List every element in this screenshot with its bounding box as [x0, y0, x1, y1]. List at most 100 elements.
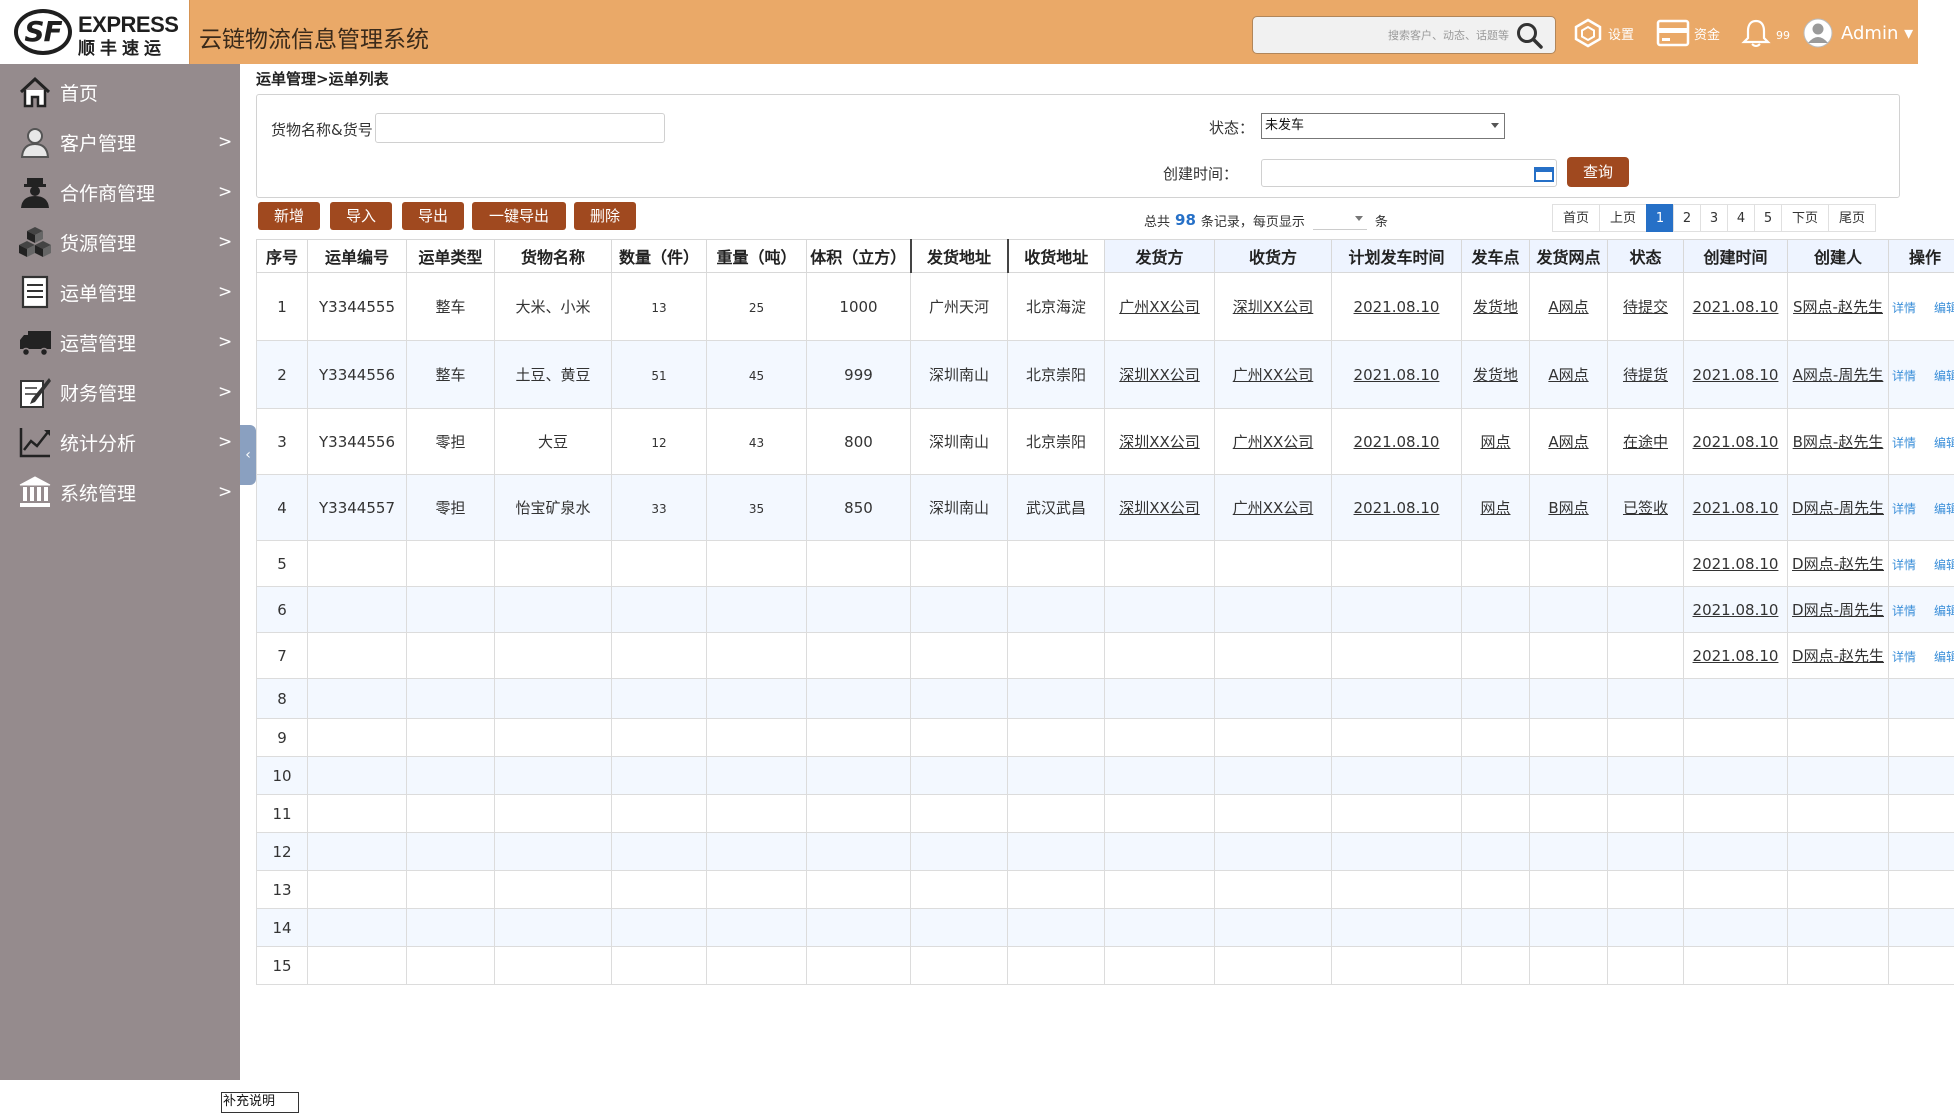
cell-created-value[interactable]: 2021.08.10 — [1693, 433, 1779, 451]
cell-plan-value[interactable]: 2021.08.10 — [1354, 499, 1440, 517]
detail-link[interactable]: 详情 — [1892, 650, 1916, 664]
user-menu[interactable]: Admin ▾ — [1803, 14, 1913, 52]
table-row[interactable]: 2 Y3344556 整车 土豆、黄豆 51 45 999 深圳南山 北京崇阳 深圳XX公司 广州X… — [256, 340, 1954, 409]
add-button[interactable]: 新增 — [258, 202, 320, 230]
sidebar-item-supply[interactable]: 货源管理 > — [0, 217, 240, 267]
page-prev[interactable]: 上页 — [1599, 204, 1647, 232]
detail-link[interactable]: 详情 — [1892, 558, 1916, 572]
table-row[interactable]: 6 2021.08.10 D网点-周先生 详情 编辑 — [256, 586, 1954, 633]
sidebar-item-customers[interactable]: 客户管理 > — [0, 117, 240, 167]
settings-button[interactable]: 设置 — [1572, 14, 1634, 52]
cell-created-value[interactable]: 2021.08.10 — [1693, 555, 1779, 573]
cell-created-value[interactable]: 2021.08.10 — [1693, 366, 1779, 384]
brand-logo[interactable]: SF EXPRESS 顺丰速运 — [0, 0, 190, 64]
edit-link[interactable]: 编辑 — [1934, 369, 1954, 383]
cell-receiver-value[interactable]: 深圳XX公司 — [1233, 298, 1314, 316]
cell-branch-value[interactable]: B网点 — [1548, 499, 1588, 517]
table-row[interactable]: 5 2021.08.10 D网点-赵先生 详情 编辑 — [256, 540, 1954, 587]
cell-depart-value[interactable]: 发货地 — [1473, 298, 1518, 316]
cell-created-value[interactable]: 2021.08.10 — [1693, 499, 1779, 517]
detail-link[interactable]: 详情 — [1892, 436, 1916, 450]
cell-shipper-value[interactable]: 深圳XX公司 — [1119, 499, 1200, 517]
sidebar-item-partners[interactable]: 合作商管理 > — [0, 167, 240, 217]
cell-receiver-value[interactable]: 广州XX公司 — [1233, 433, 1314, 451]
page-number[interactable]: 4 — [1727, 204, 1755, 232]
sidebar-item-system[interactable]: 系统管理 > — [0, 467, 240, 517]
table-row[interactable]: 14 — [256, 908, 1954, 947]
cell-receiver-value[interactable]: 广州XX公司 — [1233, 366, 1314, 384]
cell-creator-value[interactable]: S网点-赵先生 — [1793, 298, 1883, 316]
page-number[interactable]: 2 — [1673, 204, 1701, 232]
page-last[interactable]: 尾页 — [1828, 204, 1876, 232]
table-row[interactable]: 11 — [256, 794, 1954, 833]
edit-link[interactable]: 编辑 — [1934, 650, 1954, 664]
cell-creator-value[interactable]: D网点-周先生 — [1792, 499, 1884, 517]
cell-status-value[interactable]: 待提交 — [1623, 298, 1668, 316]
cell-status-value[interactable]: 在途中 — [1623, 433, 1668, 451]
cell-depart-value[interactable]: 网点 — [1480, 499, 1510, 517]
cell-status-value[interactable]: 待提货 — [1623, 366, 1668, 384]
created-time-input[interactable] — [1261, 159, 1557, 187]
cell-shipper-value[interactable]: 深圳XX公司 — [1119, 366, 1200, 384]
edit-link[interactable]: 编辑 — [1934, 502, 1954, 516]
cell-creator-value[interactable]: B网点-赵先生 — [1793, 433, 1884, 451]
import-button[interactable]: 导入 — [330, 202, 392, 230]
sidebar-item-statistics[interactable]: 统计分析 > — [0, 417, 240, 467]
status-select[interactable]: 未发车 — [1261, 113, 1505, 139]
table-row[interactable]: 13 — [256, 870, 1954, 909]
page-number[interactable]: 5 — [1754, 204, 1782, 232]
table-row[interactable]: 7 2021.08.10 D网点-赵先生 详情 编辑 — [256, 632, 1954, 679]
cell-plan-value[interactable]: 2021.08.10 — [1354, 433, 1440, 451]
cell-plan-value[interactable]: 2021.08.10 — [1354, 366, 1440, 384]
goods-search-input[interactable] — [375, 113, 665, 143]
sidebar-item-waybills[interactable]: 运单管理 > — [0, 267, 240, 317]
detail-link[interactable]: 详情 — [1892, 301, 1916, 315]
cell-branch-value[interactable]: A网点 — [1548, 298, 1588, 316]
export-all-button[interactable]: 一键导出 — [472, 202, 566, 230]
page-number[interactable]: 1 — [1646, 204, 1674, 232]
cell-shipper-value[interactable]: 深圳XX公司 — [1119, 433, 1200, 451]
query-button[interactable]: 查询 — [1567, 157, 1629, 187]
detail-link[interactable]: 详情 — [1892, 604, 1916, 618]
cell-receiver-value[interactable]: 广州XX公司 — [1233, 499, 1314, 517]
search-icon[interactable] — [1515, 21, 1545, 51]
page-first[interactable]: 首页 — [1552, 204, 1600, 232]
cell-status-value[interactable]: 已签收 — [1623, 499, 1668, 517]
sidebar-item-finance[interactable]: 财务管理 > — [0, 367, 240, 417]
cell-branch-value[interactable]: A网点 — [1548, 366, 1588, 384]
cell-depart-value[interactable]: 网点 — [1480, 433, 1510, 451]
edit-link[interactable]: 编辑 — [1934, 558, 1954, 572]
table-row[interactable]: 1 Y3344555 整车 大米、小米 13 25 1000 广州天河 北京海淀 广州XX公司 深圳… — [256, 272, 1954, 341]
edit-link[interactable]: 编辑 — [1934, 604, 1954, 618]
notification-button[interactable]: 99 — [1741, 14, 1790, 52]
table-row[interactable]: 9 — [256, 718, 1954, 757]
detail-link[interactable]: 详情 — [1892, 502, 1916, 516]
cell-created-value[interactable]: 2021.08.10 — [1693, 647, 1779, 665]
table-row[interactable]: 12 — [256, 832, 1954, 871]
table-row[interactable]: 8 — [256, 678, 1954, 719]
cell-shipper-value[interactable]: 广州XX公司 — [1119, 298, 1200, 316]
delete-button[interactable]: 删除 — [574, 202, 636, 230]
calendar-icon[interactable] — [1534, 166, 1554, 182]
sidebar-item-operations[interactable]: 运营管理 > — [0, 317, 240, 367]
page-size-select[interactable] — [1312, 210, 1367, 230]
cell-creator-value[interactable]: D网点-赵先生 — [1792, 647, 1884, 665]
edit-link[interactable]: 编辑 — [1934, 436, 1954, 450]
cell-plan-value[interactable]: 2021.08.10 — [1354, 298, 1440, 316]
cell-branch-value[interactable]: A网点 — [1548, 433, 1588, 451]
cell-created-value[interactable]: 2021.08.10 — [1693, 298, 1779, 316]
table-row[interactable]: 4 Y3344557 零担 怡宝矿泉水 33 35 850 深圳南山 武汉武昌 深圳XX公司 广州X… — [256, 474, 1954, 541]
cell-creator-value[interactable]: A网点-周先生 — [1793, 366, 1884, 384]
cell-creator-value[interactable]: D网点-赵先生 — [1792, 555, 1884, 573]
search-input[interactable] — [1261, 23, 1509, 47]
export-button[interactable]: 导出 — [402, 202, 464, 230]
cell-creator-value[interactable]: D网点-周先生 — [1792, 601, 1884, 619]
sidebar-collapse-button[interactable]: ‹ — [240, 425, 256, 485]
edit-link[interactable]: 编辑 — [1934, 301, 1954, 315]
table-row[interactable]: 3 Y3344556 零担 大豆 12 43 800 深圳南山 北京崇阳 深圳XX公司 广州XX公司… — [256, 408, 1954, 475]
cell-created-value[interactable]: 2021.08.10 — [1693, 601, 1779, 619]
page-number[interactable]: 3 — [1700, 204, 1728, 232]
cell-depart-value[interactable]: 发货地 — [1473, 366, 1518, 384]
page-next[interactable]: 下页 — [1781, 204, 1829, 232]
table-row[interactable]: 10 — [256, 756, 1954, 795]
